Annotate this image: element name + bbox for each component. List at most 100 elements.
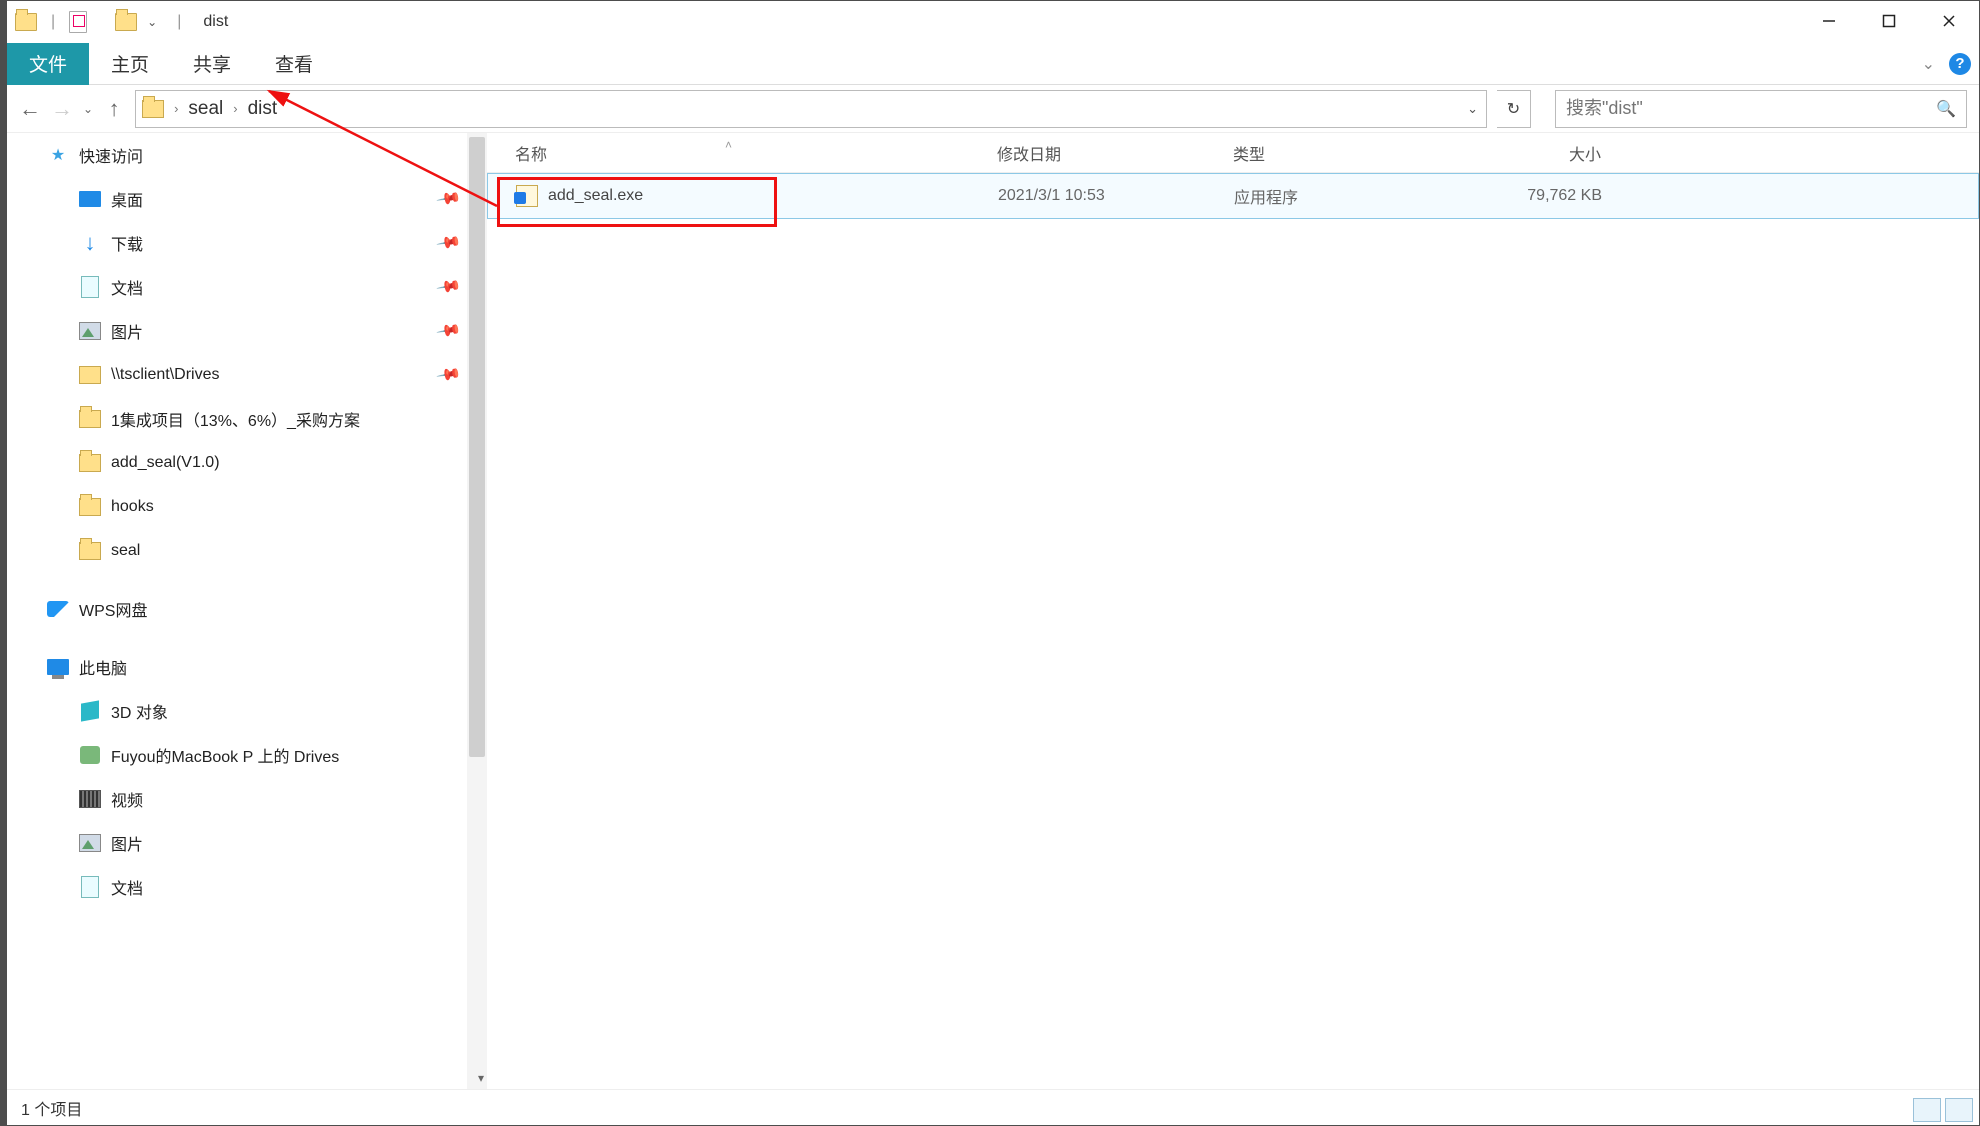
folder-icon bbox=[79, 542, 101, 560]
tree-video[interactable]: 视频 bbox=[7, 777, 487, 821]
chevron-right-icon[interactable]: › bbox=[229, 101, 241, 116]
col-type[interactable]: 类型 bbox=[1233, 141, 1469, 165]
qat-dropdown-icon[interactable]: ⌄ bbox=[145, 15, 163, 29]
navigation-row: ← → ⌄ ↑ › seal › dist ⌄ ↻ 🔍 bbox=[7, 85, 1979, 133]
separator: | bbox=[45, 13, 61, 31]
title-bar: | ⌄ | dist bbox=[7, 1, 1979, 43]
tree-label: 图片 bbox=[111, 831, 143, 855]
tree-label: WPS网盘 bbox=[79, 597, 147, 621]
sort-indicator-icon: ˄ bbox=[725, 138, 732, 152]
tree-documents2[interactable]: 文档 bbox=[7, 865, 487, 909]
tree-label: 下载 bbox=[111, 231, 143, 255]
address-bar[interactable]: › seal › dist ⌄ bbox=[135, 90, 1487, 128]
view-details-button[interactable] bbox=[1913, 1098, 1941, 1122]
tree-hooks[interactable]: hooks bbox=[7, 485, 487, 529]
search-input[interactable] bbox=[1566, 92, 1936, 126]
search-icon[interactable]: 🔍 bbox=[1936, 99, 1956, 119]
tree-quick-access[interactable]: ★快速访问 bbox=[7, 133, 487, 177]
ribbon-tabs: 文件 主页 共享 查看 ⌄ ? bbox=[7, 43, 1979, 85]
tab-share[interactable]: 共享 bbox=[171, 43, 253, 85]
file-size: 79,762 KB bbox=[1470, 187, 1620, 205]
scroll-down-icon[interactable]: ▾ bbox=[478, 1071, 484, 1085]
tree-pictures2[interactable]: 图片 bbox=[7, 821, 487, 865]
tree-label: hooks bbox=[111, 498, 154, 516]
tree-label: 视频 bbox=[111, 787, 143, 811]
network-icon bbox=[80, 746, 100, 764]
folder-icon bbox=[79, 410, 101, 428]
separator: | bbox=[171, 13, 187, 31]
pin-icon: 📌 bbox=[435, 361, 463, 389]
pin-icon: 📌 bbox=[435, 317, 463, 345]
addressbar-folder-icon bbox=[142, 100, 164, 118]
tree-documents[interactable]: 文档 📌 bbox=[7, 265, 487, 309]
view-icons-button[interactable] bbox=[1945, 1098, 1973, 1122]
close-button[interactable] bbox=[1919, 1, 1979, 41]
tree-label: seal bbox=[111, 542, 140, 560]
chevron-right-icon[interactable]: › bbox=[170, 101, 182, 116]
tree-3d-objects[interactable]: 3D 对象 bbox=[7, 689, 487, 733]
search-box[interactable]: 🔍 bbox=[1555, 90, 1967, 128]
status-text: 1 个项目 bbox=[21, 1096, 82, 1120]
qat-item-icon[interactable] bbox=[69, 11, 87, 33]
forward-button[interactable]: → bbox=[51, 96, 73, 122]
drive-icon bbox=[79, 366, 101, 384]
tree-addseal[interactable]: add_seal(V1.0) bbox=[7, 441, 487, 485]
tree-mac-drives[interactable]: Fuyou的MacBook P 上的 Drives bbox=[7, 733, 487, 777]
back-button[interactable]: ← bbox=[19, 96, 41, 122]
star-icon: ★ bbox=[47, 145, 69, 165]
cube-icon bbox=[81, 700, 99, 721]
history-dropdown-icon[interactable]: ⌄ bbox=[83, 102, 93, 116]
refresh-button[interactable]: ↻ bbox=[1497, 90, 1531, 128]
pin-icon: 📌 bbox=[435, 273, 463, 301]
download-icon: ↓ bbox=[79, 233, 101, 253]
breadcrumb-seg1[interactable]: seal bbox=[182, 98, 229, 120]
pictures-icon bbox=[79, 322, 101, 340]
help-icon[interactable]: ? bbox=[1949, 53, 1971, 75]
address-dropdown-icon[interactable]: ⌄ bbox=[1467, 101, 1478, 117]
folder-icon bbox=[79, 454, 101, 472]
tab-file[interactable]: 文件 bbox=[7, 43, 89, 85]
maximize-button[interactable] bbox=[1859, 1, 1919, 41]
scrollbar-thumb[interactable] bbox=[469, 137, 485, 757]
document-icon bbox=[81, 276, 99, 298]
tree-seal[interactable]: seal bbox=[7, 529, 487, 573]
tree-label: 文档 bbox=[111, 875, 143, 899]
tree-desktop[interactable]: 桌面 📌 bbox=[7, 177, 487, 221]
col-date[interactable]: 修改日期 bbox=[997, 141, 1233, 165]
titlebar-folder2-icon bbox=[115, 13, 137, 31]
tree-downloads[interactable]: ↓下载📌 bbox=[7, 221, 487, 265]
wps-icon bbox=[47, 601, 69, 617]
tree-pictures[interactable]: 图片 📌 bbox=[7, 309, 487, 353]
window-title: dist bbox=[195, 13, 228, 31]
tree-label: Fuyou的MacBook P 上的 Drives bbox=[111, 743, 339, 767]
tree-scrollbar[interactable]: ▾ bbox=[467, 133, 487, 1089]
tab-view[interactable]: 查看 bbox=[253, 43, 335, 85]
col-name-label: 名称 bbox=[515, 147, 547, 164]
annotation-box bbox=[497, 177, 777, 227]
tree-label: 文档 bbox=[111, 275, 143, 299]
col-name[interactable]: 名称 ˄ bbox=[487, 141, 997, 165]
tree-wps[interactable]: WPS网盘 bbox=[7, 587, 487, 631]
folder-icon bbox=[79, 498, 101, 516]
navigation-tree: ★快速访问 桌面 📌 ↓ 下载 📌 文档 📌 图片 📌 \\tsclient\Drives… bbox=[7, 133, 487, 1089]
tree-project[interactable]: 1集成项目（13%、6%）_采购方案 bbox=[7, 397, 487, 441]
tree-tsclient[interactable]: \\tsclient\Drives 📌 bbox=[7, 353, 487, 397]
tree-label: 图片 bbox=[111, 319, 143, 343]
breadcrumb-seg2[interactable]: dist bbox=[242, 98, 284, 120]
ribbon-collapse-icon[interactable]: ⌄ bbox=[1922, 54, 1935, 74]
status-bar: 1 个项目 bbox=[7, 1089, 1979, 1125]
col-size[interactable]: 大小 bbox=[1469, 141, 1619, 165]
titlebar-folder-icon bbox=[15, 13, 37, 31]
tree-this-pc[interactable]: 此电脑 bbox=[7, 645, 487, 689]
pin-icon: 📌 bbox=[435, 185, 463, 213]
tree-label: \\tsclient\Drives bbox=[111, 366, 219, 384]
file-date: 2021/3/1 10:53 bbox=[998, 187, 1234, 205]
tree-label: 3D 对象 bbox=[111, 699, 168, 723]
column-headers: 名称 ˄ 修改日期 类型 大小 bbox=[487, 133, 1979, 173]
tree-label: 桌面 bbox=[111, 187, 143, 211]
up-button[interactable]: ↑ bbox=[103, 96, 125, 122]
tab-home[interactable]: 主页 bbox=[89, 43, 171, 85]
file-type: 应用程序 bbox=[1234, 184, 1470, 208]
minimize-button[interactable] bbox=[1799, 1, 1859, 41]
document-icon bbox=[81, 876, 99, 898]
